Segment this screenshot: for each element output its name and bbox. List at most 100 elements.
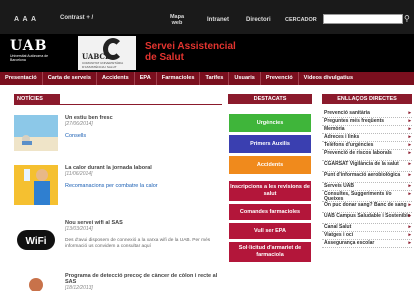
news-section-title: NOTÍCIES	[14, 94, 60, 104]
chevron-right-icon: ▸	[408, 213, 411, 219]
direct-link[interactable]: Viatges i oci ▸	[322, 232, 412, 240]
uab-logo-subtext: Universitat Autònoma de Barcelona	[10, 54, 49, 62]
chevron-right-icon: ▸	[408, 240, 411, 246]
news-title[interactable]: Programa de detecció precoç de càncer de…	[65, 273, 222, 285]
direct-link[interactable]: Consultes, Suggeriments i/o Queixes ▸	[322, 191, 412, 202]
direct-link-label: Adreces i links	[324, 134, 360, 140]
direct-link-label: UAB Campus Saludable i Sostenible	[324, 213, 411, 219]
direct-links-section-title: ENLLAÇOS DIRECTES	[322, 94, 412, 104]
direct-link-label: On puc donar sang? Banc de sang	[324, 202, 407, 208]
search-icon[interactable]: ⚲	[404, 14, 410, 23]
main-navigation: Presentació Carta de serveis Accidents E…	[0, 72, 414, 85]
nav-item-presentacio[interactable]: Presentació	[0, 72, 43, 85]
nav-item-carta-de-serveis[interactable]: Carta de serveis	[43, 72, 97, 85]
contrast-toggle[interactable]: Contrast + /	[60, 15, 93, 21]
search-label: CERCADOR	[285, 17, 317, 23]
chevron-right-icon: ▸	[408, 224, 411, 230]
become-epa-button[interactable]: Vull ser EPA	[229, 223, 311, 239]
drinking-water-thumbnail[interactable]	[14, 165, 58, 205]
chevron-right-icon: ▸	[408, 202, 411, 208]
health-checkup-signup-button[interactable]: Inscripcions a les revisions de salut	[229, 181, 311, 201]
nav-item-tarifes[interactable]: Tarifes	[200, 72, 230, 85]
wifi-thumbnail[interactable]: WiFi	[14, 220, 58, 260]
direct-link[interactable]: Telèfons d'urgències ▸	[322, 142, 412, 150]
direct-link-label: Canal Salut	[324, 224, 352, 230]
site-title: Servei Assistencial de Salut	[145, 41, 236, 63]
news-description: Des d'avui disposem de connexió a la xar…	[65, 238, 222, 250]
chevron-right-icon: ▸	[408, 142, 411, 148]
urgencies-button[interactable]: Urgències	[229, 114, 311, 132]
top-utility-bar: A A A Contrast + / Mapa web Intranet Dir…	[0, 0, 414, 34]
intranet-link[interactable]: Intranet	[207, 17, 229, 23]
direct-link[interactable]: Assegurança escolar ▸	[322, 240, 412, 248]
news-date: [27/06/2014]	[65, 121, 93, 127]
news-date: [13/03/2014]	[65, 226, 93, 232]
site-title-line-1: Servei Assistencial	[145, 41, 236, 52]
news-link[interactable]: Consells	[65, 133, 86, 139]
beach-thumbnail[interactable]	[14, 115, 58, 151]
nav-item-prevencio[interactable]: Prevenció	[261, 72, 299, 85]
direct-link-label: Viatges i oci	[324, 232, 354, 238]
news-item: Un estiu ben fresc [27/06/2014] Consells	[14, 115, 222, 151]
direct-link-label: Serveis UAB	[324, 183, 355, 189]
direct-link-label: Memòria	[324, 126, 345, 132]
news-divider	[14, 104, 222, 105]
uab-logo-text: UAB	[10, 38, 48, 54]
nav-item-accidents[interactable]: Accidents	[97, 72, 135, 85]
direct-link-label: CGARSAT Vigilància de la salut	[324, 161, 399, 167]
news-item: WiFi Nou servei wifi al SAS [13/03/2014]…	[14, 220, 222, 260]
chevron-right-icon: ▸	[408, 110, 411, 116]
search-input[interactable]	[323, 14, 403, 24]
accidents-button[interactable]: Accidents	[229, 156, 311, 174]
uabce-logo-subtext: COMUNITAT UNIVERSITÀRIA D'ASSISTÈNCIA I …	[82, 61, 124, 69]
news-link[interactable]: Recomanacions per combatre la calor	[65, 183, 158, 189]
chevron-right-icon: ▸	[408, 134, 411, 140]
news-description-text: Des d'avui disposem de connexió a la xar…	[65, 238, 211, 249]
chevron-right-icon: ▸	[408, 161, 411, 167]
site-title-line-2: de Salut	[145, 52, 184, 63]
chevron-right-icon: ▸	[408, 126, 411, 132]
uab-logo[interactable]: UAB Universitat Autònoma de Barcelona	[10, 38, 58, 62]
direct-link[interactable]: Serveis UAB ▸	[322, 183, 412, 191]
nav-item-usuaris[interactable]: Usuaris	[229, 72, 261, 85]
direct-link[interactable]: Canal Salut ▸	[322, 224, 412, 232]
kit-cabinet-request-button[interactable]: Sol·licitud d'armariet de farmaciola	[229, 242, 311, 262]
first-aid-button[interactable]: Primers Auxilis	[229, 135, 311, 153]
wifi-logo-text: WiFi	[25, 236, 46, 247]
chevron-right-icon: ▸	[408, 232, 411, 238]
site-map-link[interactable]: Mapa web	[165, 14, 189, 26]
directory-link[interactable]: Directori	[246, 17, 271, 23]
site-header: UAB Universitat Autònoma de Barcelona UA…	[0, 34, 414, 72]
news-date: [18/12/2013]	[65, 285, 93, 291]
chevron-right-icon: ▸	[408, 172, 411, 178]
news-item: Programa de detecció precoç de càncer de…	[14, 273, 222, 291]
direct-link[interactable]: On puc donar sang? Banc de sang ▸	[322, 202, 412, 213]
uabce-logo[interactable]: UABCE COMUNITAT UNIVERSITÀRIA D'ASSISTÈN…	[78, 36, 136, 70]
direct-link[interactable]: Preguntes més freqüents ▸	[322, 118, 412, 126]
chevron-right-icon: ▸	[408, 150, 411, 156]
direct-link[interactable]: Prevenció sanitària ▸	[322, 110, 412, 118]
direct-link[interactable]: CGARSAT Vigilància de la salut ▸	[322, 161, 412, 172]
chevron-right-icon: ▸	[408, 118, 411, 124]
direct-link[interactable]: Memòria ▸	[322, 126, 412, 134]
direct-link-label: Prevenció de riscos laborals	[324, 150, 392, 156]
direct-link[interactable]: Adreces i links ▸	[322, 134, 412, 142]
direct-link-label: Telèfons d'urgències	[324, 142, 374, 148]
nav-item-farmacioles[interactable]: Farmacioles	[157, 72, 201, 85]
direct-link[interactable]: UAB Campus Saludable i Sostenible ▸	[322, 213, 412, 224]
uabce-logo-text: UABCE	[82, 52, 111, 61]
direct-link-label: Punt d'informació aerobiològica	[324, 172, 401, 178]
chevron-right-icon: ▸	[408, 191, 411, 197]
chevron-right-icon: ▸	[408, 183, 411, 189]
nav-item-videos-divulgatius[interactable]: Vídeos divulgatius	[299, 72, 358, 85]
first-aid-kit-orders-button[interactable]: Comandes farmacioles	[229, 204, 311, 220]
nav-item-epa[interactable]: EPA	[135, 72, 157, 85]
direct-link-label: Preguntes més freqüents	[324, 118, 385, 124]
direct-link-label: Assegurança escolar	[324, 240, 375, 246]
highlights-section-title: DESTACATS	[228, 94, 312, 104]
direct-link[interactable]: Punt d'informació aerobiològica ▸	[322, 172, 412, 183]
font-size-control[interactable]: A A A	[14, 16, 37, 23]
direct-link-label: Consultes, Suggeriments i/o Queixes	[324, 191, 392, 202]
direct-link[interactable]: Prevenció de riscos laborals ▸	[322, 150, 412, 161]
person-thumbnail[interactable]	[14, 273, 58, 291]
